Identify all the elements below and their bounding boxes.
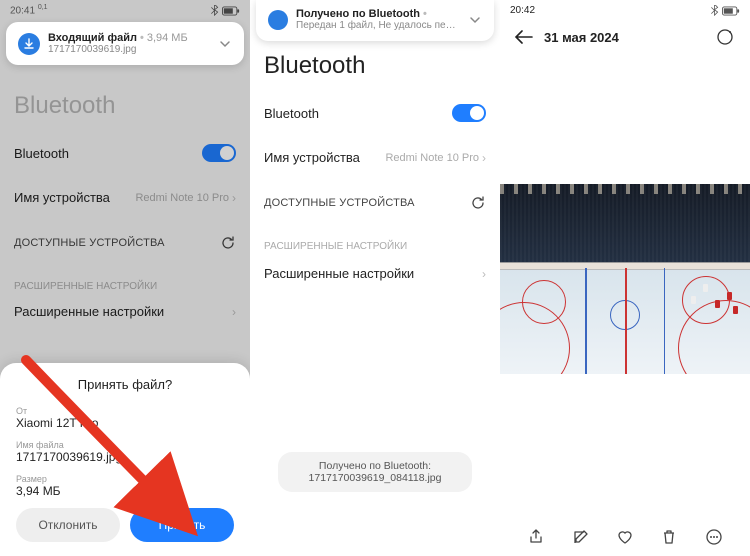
favorite-icon[interactable] (614, 526, 636, 548)
notification-subtitle: 1717170039619.jpg (48, 44, 210, 55)
bluetooth-toggle[interactable] (452, 104, 486, 122)
screen-3-gallery-viewer: 20:42 31 мая 2024 (500, 0, 750, 556)
toast-line2: 1717170039619_084118.jpg (288, 472, 462, 484)
bottom-toolbar (500, 526, 750, 548)
title-date-wrap: 31 мая 2024 (544, 30, 704, 45)
sheet-filename-value: 1717170039619.jpg (16, 450, 234, 464)
more-icon[interactable] (703, 526, 725, 548)
notification-card[interactable]: Получено по Bluetooth • Передан 1 файл, … (256, 0, 494, 41)
photo-content-hockey-arena (500, 184, 750, 374)
toast-line1: Получено по Bluetooth: (288, 460, 462, 472)
sheet-size-value: 3,94 МБ (16, 484, 234, 498)
accept-file-sheet: Принять файл? От Xiaomi 12T Pro Имя файл… (0, 363, 250, 556)
sheet-filename-label: Имя файла (16, 440, 234, 450)
screen-2-bluetooth-settings: Получено по Bluetooth • Передан 1 файл, … (250, 0, 500, 556)
notification-title: Получено по Bluetooth (296, 8, 420, 20)
row-device-name[interactable]: Имя устройства Redmi Note 10 Pro› (264, 136, 486, 179)
notification-meta: 3,94 МБ (147, 32, 188, 44)
decline-button[interactable]: Отклонить (16, 508, 120, 542)
chevron-right-icon: › (482, 267, 486, 281)
row-advanced-label: Расширенные настройки (264, 266, 414, 281)
title-date: 31 мая 2024 (544, 30, 704, 45)
edit-icon[interactable] (570, 526, 592, 548)
share-icon[interactable] (525, 526, 547, 548)
chevron-down-icon[interactable] (218, 37, 232, 51)
row-bluetooth[interactable]: Bluetooth (264, 90, 486, 136)
bluetooth-icon (268, 10, 288, 30)
accept-button[interactable]: Принять (130, 508, 234, 542)
row-bluetooth-label: Bluetooth (264, 106, 319, 121)
row-advanced-settings[interactable]: Расширенные настройки › (264, 256, 486, 291)
auto-enhance-button[interactable] (714, 26, 736, 48)
toast-received: Получено по Bluetooth: 1717170039619_084… (278, 452, 472, 492)
sheet-from-label: От (16, 406, 234, 416)
notification-body: Входящий файл • 3,94 МБ 1717170039619.jp… (48, 32, 210, 55)
sheet-from-value: Xiaomi 12T Pro (16, 416, 234, 430)
delete-icon[interactable] (658, 526, 680, 548)
status-time: 20:42 (510, 5, 535, 16)
page-title: Bluetooth (264, 52, 486, 80)
back-button[interactable] (514, 30, 534, 44)
notification-title: Входящий файл (48, 32, 137, 44)
refresh-icon[interactable] (470, 195, 486, 211)
subheader-advanced: РАСШИРЕННЫЕ НАСТРОЙКИ (264, 219, 486, 256)
settings-body: Bluetooth Bluetooth Имя устройства Redmi… (250, 0, 500, 291)
screen-1-incoming-file: 20:41 0,1 Входящий файл • 3,94 МБ 171717… (0, 0, 250, 556)
bluetooth-status-icon (710, 5, 719, 16)
row-device-name-value: Redmi Note 10 Pro (385, 152, 479, 164)
chevron-down-icon[interactable] (468, 13, 482, 27)
chevron-right-icon: › (482, 151, 486, 165)
battery-status-icon (722, 6, 740, 16)
section-available-devices: ДОСТУПНЫЕ УСТРОЙСТВА (264, 179, 486, 219)
sheet-title: Принять файл? (16, 377, 234, 392)
row-device-name-label: Имя устройства (264, 150, 360, 165)
download-icon (18, 33, 40, 55)
status-bar: 20:42 (500, 0, 750, 20)
section-available-label: ДОСТУПНЫЕ УСТРОЙСТВА (264, 197, 415, 209)
sheet-size-label: Размер (16, 474, 234, 484)
notification-subtitle: Передан 1 файл, Не удалось передат... (296, 20, 460, 31)
title-bar: 31 мая 2024 (500, 20, 750, 52)
photo-viewer[interactable] (500, 184, 750, 374)
notification-card[interactable]: Входящий файл • 3,94 МБ 1717170039619.jp… (6, 22, 244, 65)
